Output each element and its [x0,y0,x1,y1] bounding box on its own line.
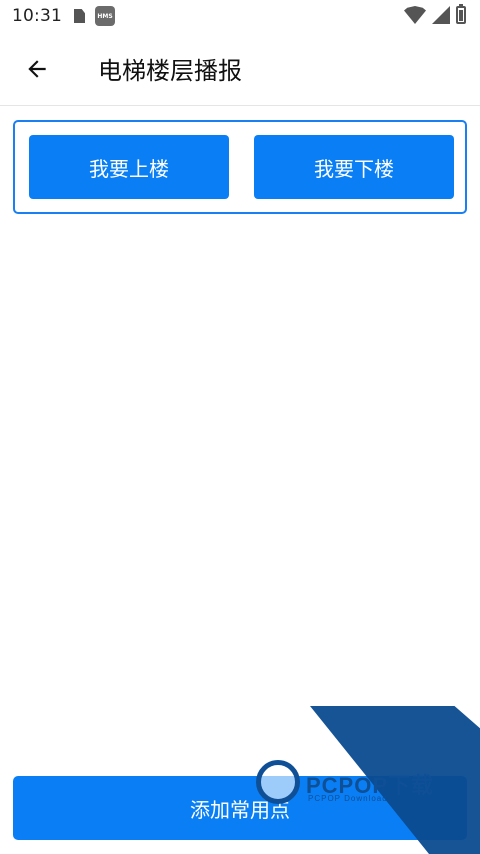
go-down-button[interactable]: 我要下楼 [254,135,454,199]
battery-icon [456,4,466,24]
status-bar: 10:31 HMS [0,0,480,32]
page-title: 电梯楼层播报 [98,57,242,85]
add-favorite-button[interactable]: 添加常用点 [13,776,467,840]
direction-card: 我要上楼 我要下楼 [13,120,467,214]
go-up-button[interactable]: 我要上楼 [29,135,229,199]
hms-icon: HMS [95,6,115,26]
sim-icon [74,9,85,23]
status-indicators [404,4,466,24]
back-button[interactable] [14,46,60,92]
arrow-left-icon [28,59,46,78]
signal-icon [432,6,450,24]
app-bar: 电梯楼层播报 [0,32,480,106]
status-time: 10:31 [12,6,62,26]
wifi-icon [404,6,426,24]
